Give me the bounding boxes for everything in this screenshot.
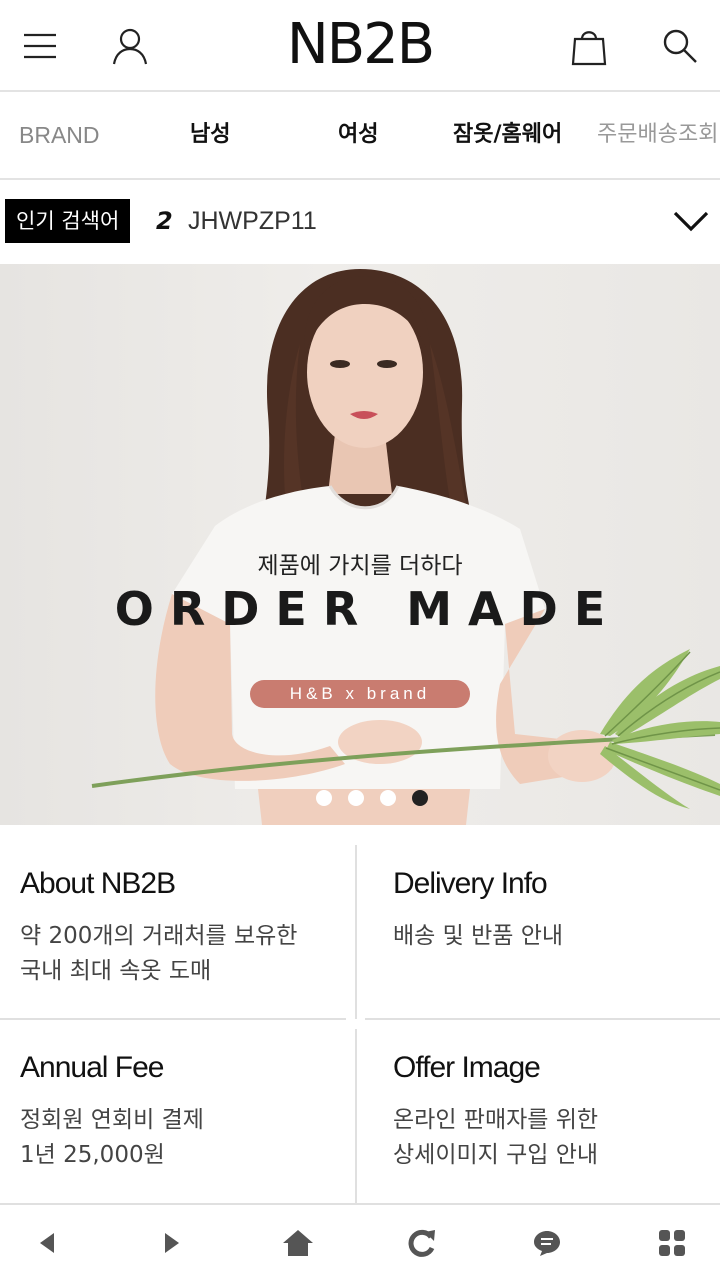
- popular-search-term[interactable]: JHWPZP11: [188, 200, 317, 242]
- logo[interactable]: NB2B: [0, 12, 720, 78]
- card-title: Offer Image: [393, 1051, 541, 1084]
- carousel-dot-3[interactable]: [380, 790, 396, 806]
- banner-model-photo: [91, 269, 720, 825]
- banner-subtitle: 제품에 가치를 더하다: [257, 553, 463, 579]
- category-order-tracking[interactable]: 주문배송조회: [597, 92, 718, 178]
- category-nav: BRAND 남성 여성 잠옷/홈웨어 주문배송조회: [0, 92, 720, 180]
- grid-divider: [365, 1018, 720, 1020]
- category-men[interactable]: 남성: [190, 92, 230, 178]
- about-card[interactable]: About NB2B 약 200개의 거래처를 보유한 국내 최대 속옷 도매: [0, 825, 356, 1005]
- home-icon[interactable]: [276, 1221, 320, 1265]
- banner-title: ORDER MADE: [114, 582, 622, 636]
- carousel-dot-4[interactable]: [412, 790, 428, 806]
- offer-image-card[interactable]: Offer Image 온라인 판매자를 위한 상세이미지 구입 안내: [373, 1009, 720, 1189]
- card-title: Annual Fee: [20, 1051, 164, 1084]
- card-title: About NB2B: [20, 867, 176, 900]
- card-description: 배송 및 반품 안내: [393, 923, 564, 949]
- hero-banner[interactable]: 제품에 가치를 더하다 ORDER MADE H&B x brand: [0, 264, 720, 825]
- chat-icon[interactable]: [525, 1221, 569, 1265]
- delivery-info-card[interactable]: Delivery Info 배송 및 반품 안내: [373, 825, 720, 1005]
- popular-search-bar: 인기 검색어 2 JHWPZP11: [0, 180, 720, 264]
- card-description: 약 200개의 거래처를 보유한 국내 최대 속옷 도매: [20, 923, 298, 984]
- carousel-dot-2[interactable]: [348, 790, 364, 806]
- search-icon[interactable]: [658, 24, 702, 68]
- card-description: 온라인 판매자를 위한 상세이미지 구입 안내: [393, 1107, 599, 1168]
- back-icon[interactable]: [25, 1221, 69, 1265]
- carousel-dot-1[interactable]: [316, 790, 332, 806]
- grid-divider: [355, 845, 357, 1019]
- grid-divider: [355, 1029, 357, 1203]
- grid-divider: [0, 1018, 346, 1020]
- banner-tag: H&B x brand: [250, 680, 470, 708]
- category-brand[interactable]: BRAND: [19, 92, 100, 178]
- header: NB2B: [0, 0, 720, 92]
- forward-icon[interactable]: [150, 1221, 194, 1265]
- bottom-toolbar: [0, 1203, 720, 1280]
- shopping-bag-icon[interactable]: [567, 24, 611, 68]
- apps-icon[interactable]: [650, 1221, 694, 1265]
- popular-search-badge: 인기 검색어: [5, 199, 131, 243]
- info-grid: About NB2B 약 200개의 거래처를 보유한 국내 최대 속옷 도매 D…: [0, 825, 720, 1203]
- card-title: Delivery Info: [393, 867, 548, 900]
- category-sleepwear[interactable]: 잠옷/홈웨어: [453, 92, 562, 178]
- card-description: 정회원 연회비 결제 1년 25,000원: [20, 1107, 204, 1168]
- refresh-icon[interactable]: [400, 1221, 444, 1265]
- carousel-dots: [316, 790, 428, 808]
- category-women[interactable]: 여성: [338, 92, 378, 178]
- chevron-down-icon[interactable]: [670, 200, 712, 242]
- popular-search-rank: 2: [156, 207, 173, 235]
- annual-fee-card[interactable]: Annual Fee 정회원 연회비 결제 1년 25,000원: [0, 1009, 356, 1189]
